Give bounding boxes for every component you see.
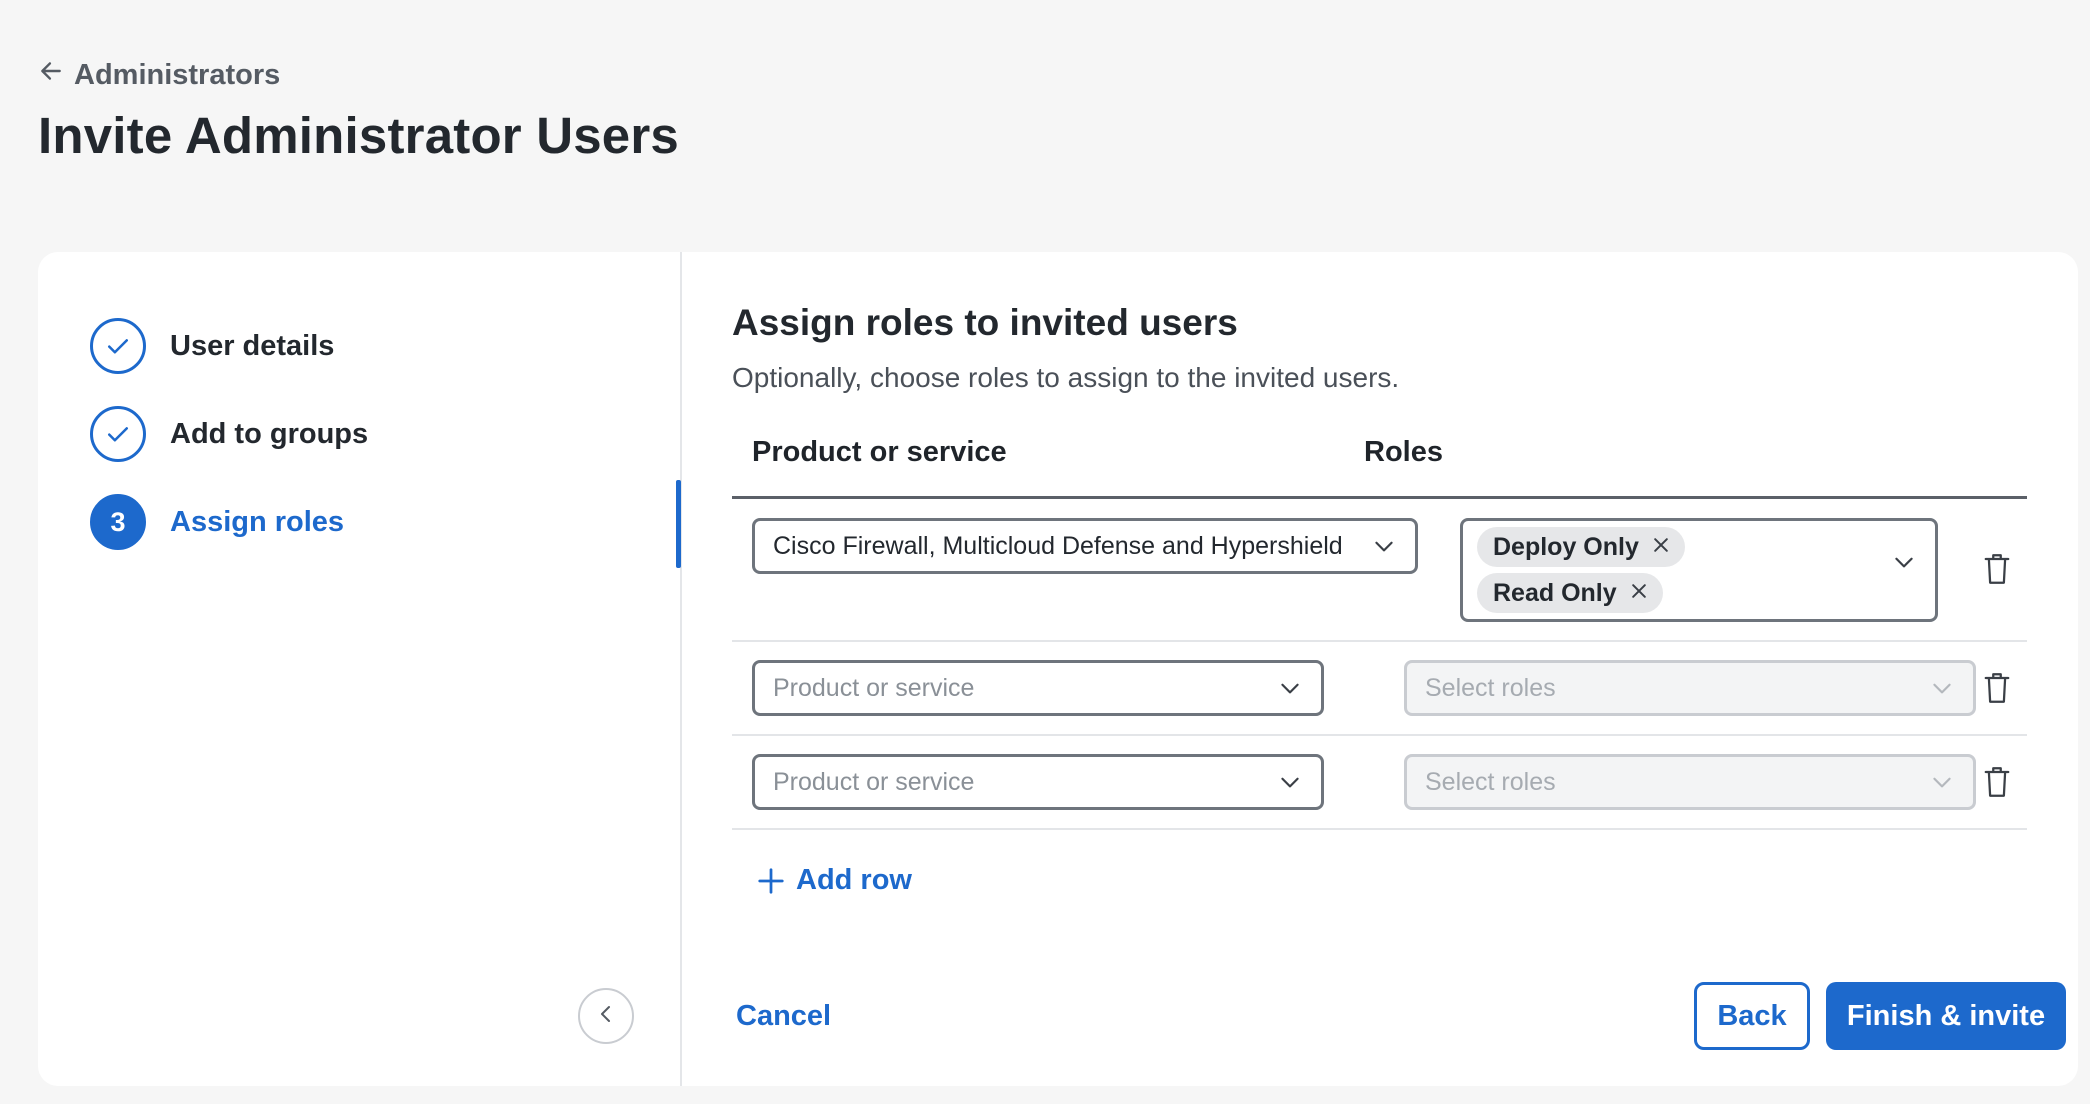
add-row-button[interactable]: Add row [756, 864, 912, 897]
chevron-down-icon [1281, 683, 1299, 694]
step-add-to-groups[interactable]: Add to groups [90, 406, 368, 462]
check-icon [90, 318, 146, 374]
role-chip-label: Read Only [1493, 578, 1617, 607]
column-header-product: Product or service [752, 436, 1007, 468]
add-row-label: Add row [796, 864, 912, 896]
arrow-left-icon [38, 58, 64, 92]
breadcrumb-label[interactable]: Administrators [74, 59, 280, 92]
role-chip: Deploy Only [1477, 527, 1685, 567]
finish-invite-button[interactable]: Finish & invite [1826, 982, 2066, 1050]
step-assign-roles[interactable]: 3 Assign roles [90, 494, 344, 550]
trash-icon[interactable] [1982, 552, 2012, 586]
breadcrumb[interactable]: Administrators [38, 58, 280, 92]
roles-multiselect[interactable]: Deploy Only Read Only [1460, 518, 1938, 622]
step-label: User details [170, 329, 335, 362]
product-select-placeholder: Product or service [773, 673, 975, 702]
roles-select[interactable]: Select roles [1404, 660, 1976, 716]
section-subtitle: Optionally, choose roles to assign to th… [732, 362, 1400, 393]
step-user-details[interactable]: User details [90, 318, 334, 374]
wizard-card: User details Add to groups 3 Assign role… [38, 252, 2078, 1086]
close-icon [1631, 583, 1646, 598]
chevron-down-icon [1933, 683, 1951, 694]
step-number-badge: 3 [90, 494, 146, 550]
step-label: Assign roles [170, 505, 345, 538]
section-title: Assign roles to invited users [732, 302, 1238, 343]
trash-icon[interactable] [1982, 671, 2012, 705]
product-select-value: Cisco Firewall, Multicloud Defense and H… [773, 531, 1343, 560]
roles-select-placeholder: Select roles [1425, 767, 1556, 796]
row-divider [732, 734, 2027, 736]
chevron-down-icon [1281, 777, 1299, 788]
trash-icon[interactable] [1982, 765, 2012, 799]
roles-select[interactable]: Select roles [1404, 754, 1976, 810]
assign-roles-panel: Assign roles to invited users Optionally… [732, 252, 2066, 1086]
page-title: Invite Administrator Users [38, 107, 679, 164]
roles-select-placeholder: Select roles [1425, 673, 1556, 702]
wizard-steps-sidebar: User details Add to groups 3 Assign role… [38, 252, 682, 1086]
close-icon [1654, 537, 1668, 552]
back-button[interactable]: Back [1694, 982, 1810, 1050]
cancel-button[interactable]: Cancel [736, 1000, 831, 1033]
product-select[interactable]: Product or service [752, 754, 1324, 810]
product-select[interactable]: Cisco Firewall, Multicloud Defense and H… [752, 518, 1418, 574]
plus-icon [758, 867, 784, 894]
check-icon [90, 406, 146, 462]
row-divider [732, 828, 2027, 830]
collapse-sidebar-button[interactable] [578, 988, 634, 1044]
remove-role-button[interactable] [1629, 579, 1649, 608]
product-select-placeholder: Product or service [773, 767, 975, 796]
active-step-indicator [676, 480, 681, 568]
step-label: Add to groups [170, 417, 369, 450]
table-header-divider [732, 496, 2027, 499]
column-header-roles: Roles [1364, 436, 1443, 468]
chevron-left-icon [594, 1002, 618, 1031]
role-chip: Read Only [1477, 573, 1663, 613]
remove-role-button[interactable] [1651, 533, 1671, 562]
chevron-down-icon [1895, 557, 1913, 568]
chevron-down-icon [1375, 541, 1393, 552]
row-divider [732, 640, 2027, 642]
chevron-down-icon [1933, 777, 1951, 788]
product-select[interactable]: Product or service [752, 660, 1324, 716]
role-chip-label: Deploy Only [1493, 532, 1639, 561]
